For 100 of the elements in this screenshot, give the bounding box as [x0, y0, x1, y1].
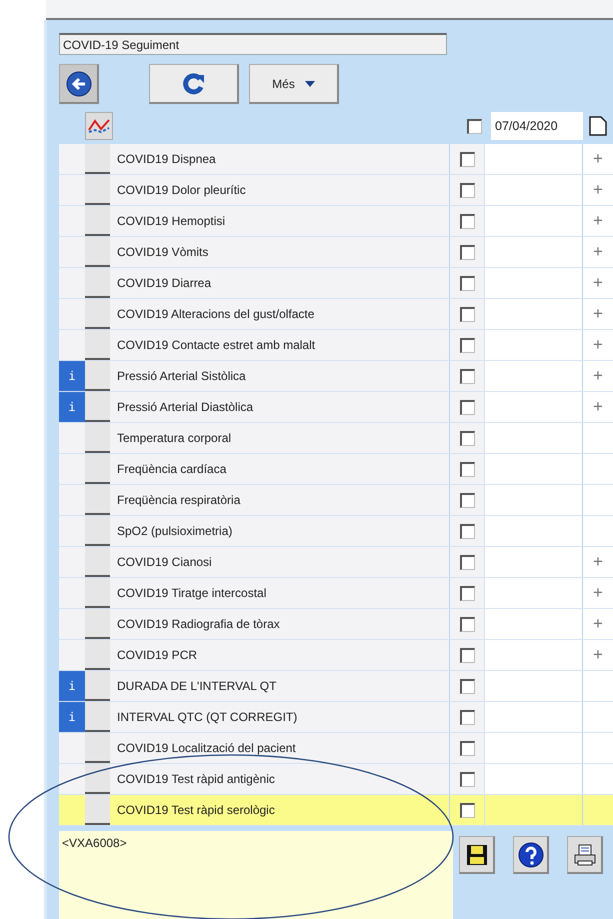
print-button[interactable]: [567, 836, 603, 874]
table-row[interactable]: COVID19 Localització del pacient: [59, 733, 613, 764]
row-select-button[interactable]: [85, 423, 110, 453]
row-select-button[interactable]: [85, 795, 110, 825]
document-icon[interactable]: [589, 116, 607, 136]
row-checkbox[interactable]: [460, 586, 474, 600]
row-select-button[interactable]: [85, 361, 110, 391]
table-row[interactable]: i Pressió Arterial Sistòlica +: [59, 361, 613, 392]
table-row[interactable]: COVID19 Test ràpid serològic: [59, 795, 613, 826]
row-select-button[interactable]: [85, 268, 110, 298]
row-label: DURADA DE L'INTERVAL QT: [116, 678, 278, 695]
date-column-header: 07/04/2020: [491, 112, 583, 140]
row-label: COVID19 Test ràpid serològic: [116, 802, 276, 819]
row-checkbox[interactable]: [460, 678, 474, 694]
row-label: COVID19 Hemoptisi: [116, 213, 226, 230]
row-select-button[interactable]: [85, 609, 110, 639]
row-select-button[interactable]: [85, 702, 110, 732]
table-row[interactable]: Freqüència respiratòria: [59, 485, 613, 516]
row-label: COVID19 Radiografia de tòrax: [116, 616, 281, 633]
table-row[interactable]: COVID19 Hemoptisi +: [59, 206, 613, 237]
table-row[interactable]: COVID19 Test ràpid antigènic: [59, 764, 613, 795]
table-row[interactable]: i INTERVAL QTC (QT CORREGIT): [59, 702, 613, 733]
table-row[interactable]: COVID19 Tiratge intercostal +: [59, 578, 613, 609]
row-checkbox[interactable]: [460, 772, 474, 786]
refresh-button[interactable]: [149, 64, 239, 104]
row-select-button[interactable]: [85, 547, 110, 577]
row-label: COVID19 Dolor pleurític: [116, 182, 247, 199]
row-checkbox[interactable]: [460, 462, 474, 476]
row-select-button[interactable]: [85, 175, 110, 205]
table-row[interactable]: i DURADA DE L'INTERVAL QT: [59, 671, 613, 702]
row-checkbox[interactable]: [460, 430, 474, 446]
save-button[interactable]: [459, 836, 495, 874]
row-select-button[interactable]: [85, 206, 110, 236]
table-row[interactable]: COVID19 Dolor pleurític +: [59, 175, 613, 206]
row-select-button[interactable]: [85, 578, 110, 608]
row-label: Pressió Arterial Diastòlica: [116, 399, 254, 416]
row-select-button[interactable]: [85, 299, 110, 329]
row-checkbox[interactable]: [460, 492, 474, 508]
row-select-button[interactable]: [85, 237, 110, 267]
row-checkbox[interactable]: [460, 802, 474, 818]
row-checkbox[interactable]: [460, 276, 474, 290]
table-row[interactable]: Freqüència cardíaca: [59, 454, 613, 485]
form-title-field: COVID-19 Seguiment: [59, 33, 447, 55]
row-label: Pressió Arterial Sistòlica: [116, 368, 247, 385]
table-row[interactable]: COVID19 Dispnea +: [59, 144, 613, 175]
table-row[interactable]: COVID19 Diarrea +: [59, 268, 613, 299]
row-select-button[interactable]: [85, 516, 110, 546]
row-select-button[interactable]: [85, 764, 110, 794]
row-label: COVID19 Contacte estret amb malalt: [116, 337, 316, 354]
select-all-checkbox[interactable]: [466, 118, 482, 134]
info-badge[interactable]: i: [59, 702, 85, 732]
table-row[interactable]: COVID19 Vòmits +: [59, 237, 613, 268]
row-checkbox[interactable]: [460, 400, 474, 414]
more-button[interactable]: Més: [249, 64, 339, 104]
row-select-button[interactable]: [85, 392, 110, 422]
chart-button[interactable]: [85, 112, 113, 140]
row-checkbox[interactable]: [460, 152, 474, 166]
row-checkbox[interactable]: [460, 214, 474, 228]
row-checkbox[interactable]: [460, 740, 474, 756]
table-row[interactable]: COVID19 Alteracions del gust/olfacte +: [59, 299, 613, 330]
row-select-button[interactable]: [85, 330, 110, 360]
row-select-button[interactable]: [85, 671, 110, 701]
row-label: INTERVAL QTC (QT CORREGIT): [116, 709, 298, 726]
table-row[interactable]: Temperatura corporal: [59, 423, 613, 454]
row-select-button[interactable]: [85, 144, 110, 174]
help-button[interactable]: [513, 836, 549, 874]
table-row[interactable]: COVID19 PCR +: [59, 640, 613, 671]
row-select-button[interactable]: [85, 640, 110, 670]
row-checkbox[interactable]: [460, 244, 474, 260]
row-select-button[interactable]: [85, 485, 110, 515]
row-checkbox[interactable]: [460, 710, 474, 724]
row-label: Freqüència cardíaca: [116, 461, 228, 478]
row-label: COVID19 Tiratge intercostal: [116, 585, 268, 602]
row-label: COVID19 Vòmits: [116, 244, 210, 261]
info-badge[interactable]: i: [59, 392, 85, 422]
back-button[interactable]: [59, 64, 99, 104]
row-label: COVID19 Diarrea: [116, 275, 212, 292]
info-badge[interactable]: i: [59, 671, 85, 701]
table-row[interactable]: SpO2 (pulsioximetria): [59, 516, 613, 547]
row-checkbox[interactable]: [460, 524, 474, 538]
row-label: COVID19 PCR: [116, 647, 198, 664]
info-badge[interactable]: i: [59, 361, 85, 391]
table-row[interactable]: COVID19 Radiografia de tòrax +: [59, 609, 613, 640]
row-label: Temperatura corporal: [116, 430, 232, 447]
row-checkbox[interactable]: [460, 338, 474, 352]
table-row[interactable]: COVID19 Cianosi +: [59, 547, 613, 578]
table-row[interactable]: i Pressió Arterial Diastòlica +: [59, 392, 613, 423]
row-checkbox[interactable]: [460, 368, 474, 384]
refresh-icon: [182, 72, 204, 94]
table-row[interactable]: COVID19 Contacte estret amb malalt +: [59, 330, 613, 361]
row-label: COVID19 Localització del pacient: [116, 740, 297, 757]
row-checkbox[interactable]: [460, 616, 474, 632]
row-label: COVID19 Cianosi: [116, 554, 213, 571]
row-checkbox[interactable]: [460, 306, 474, 322]
row-label: COVID19 Dispnea: [116, 151, 217, 168]
row-select-button[interactable]: [85, 733, 110, 763]
row-checkbox[interactable]: [460, 182, 474, 198]
row-checkbox[interactable]: [460, 648, 474, 662]
row-select-button[interactable]: [85, 454, 110, 484]
row-checkbox[interactable]: [460, 554, 474, 570]
